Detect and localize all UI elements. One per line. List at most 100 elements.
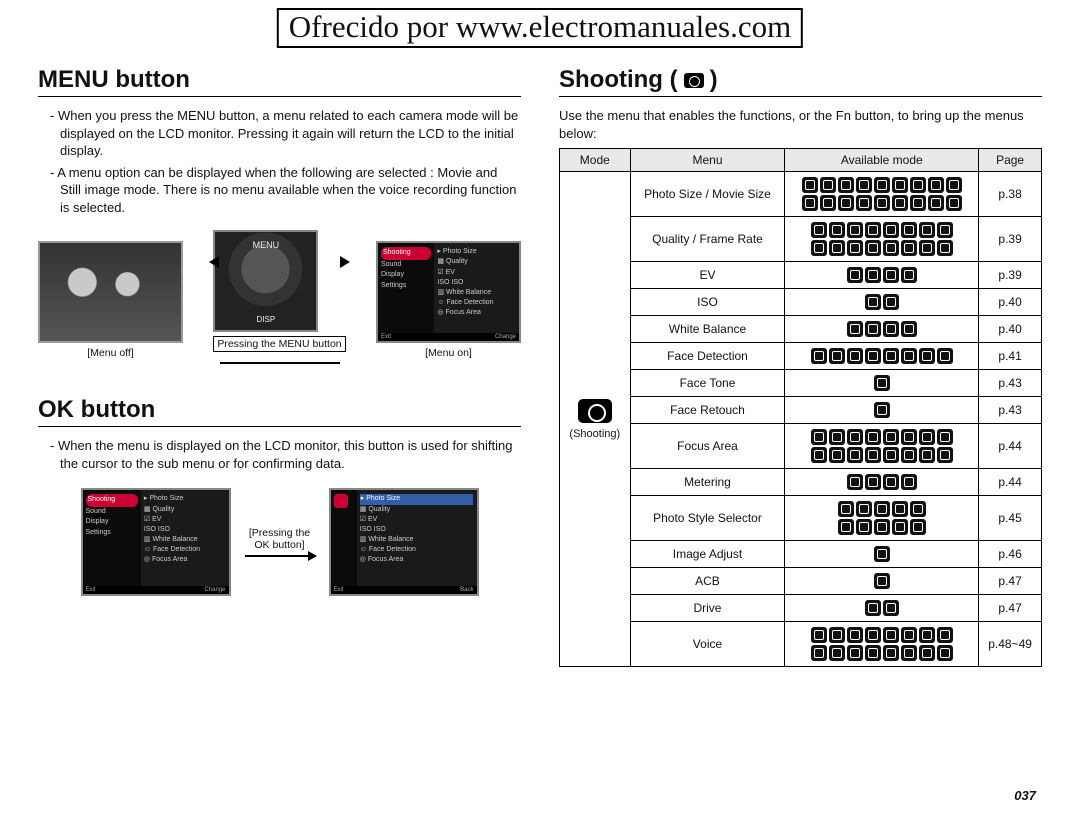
- mode-icon: [883, 645, 899, 661]
- mode-icon: [919, 429, 935, 445]
- menu-item: ▥ White Balance: [437, 288, 516, 298]
- menu-cell: Image Adjust: [630, 541, 785, 568]
- mode-icon: [847, 348, 863, 364]
- table-row: Voicep.48~49: [560, 622, 1042, 667]
- available-mode-icons: [785, 622, 979, 667]
- mode-icon: [811, 447, 827, 463]
- mode-icon: [847, 321, 863, 337]
- mode-icon: [865, 348, 881, 364]
- mode-icon: [937, 627, 953, 643]
- mode-icon: [811, 222, 827, 238]
- mode-icon: [883, 321, 899, 337]
- mode-icon: [883, 447, 899, 463]
- menu-cell: Focus Area: [630, 424, 785, 469]
- mode-icon: [865, 627, 881, 643]
- menu-figure-row: [Menu off] MENU DISP Pressing the MENU b…: [38, 230, 521, 370]
- ok-caption-l2: OK button]: [245, 539, 315, 551]
- mode-icon: [811, 240, 827, 256]
- camera-icon: [578, 399, 612, 423]
- mode-icon: [847, 645, 863, 661]
- mode-icon: [919, 447, 935, 463]
- table-row: Face Retouchp.43: [560, 397, 1042, 424]
- mode-icon: [838, 195, 854, 211]
- menu-side-shooting: Shooting: [86, 494, 138, 507]
- mode-icon: [919, 240, 935, 256]
- available-mode-icons: [785, 316, 979, 343]
- table-row: ISOp.40: [560, 289, 1042, 316]
- mode-icon: [865, 321, 881, 337]
- mode-icon: [901, 645, 917, 661]
- table-row: Focus Area p.44: [560, 424, 1042, 469]
- mode-icon: [865, 447, 881, 463]
- menu-side-shooting: Shooting: [381, 247, 431, 260]
- page-cell: p.43: [979, 397, 1042, 424]
- table-row: Face Tonep.43: [560, 370, 1042, 397]
- page-cell: p.44: [979, 424, 1042, 469]
- available-mode-icons: [785, 172, 979, 217]
- menu-button-heading: MENU button: [38, 66, 521, 97]
- mode-icon: [910, 501, 926, 517]
- mode-icon: [910, 519, 926, 535]
- menu-item: ☺ Face Detection: [437, 298, 516, 308]
- mode-icon: [838, 501, 854, 517]
- ok-caption-l1: [Pressing the: [245, 527, 315, 539]
- mode-icon: [865, 294, 881, 310]
- menu-item: ☑ EV: [437, 268, 516, 278]
- mode-icon: [874, 375, 890, 391]
- mode-icon: [892, 177, 908, 193]
- mode-icon: [883, 474, 899, 490]
- menu-cell: White Balance: [630, 316, 785, 343]
- ok-paragraph-1: - When the menu is displayed on the LCD …: [60, 437, 521, 472]
- page-cell: p.41: [979, 343, 1042, 370]
- mode-icon: [856, 519, 872, 535]
- lcd-menu-screen: Shooting Sound Display Settings ▸ Photo …: [376, 241, 521, 343]
- available-mode-icons: [785, 595, 979, 622]
- mode-icon: [937, 447, 953, 463]
- mode-icon: [883, 240, 899, 256]
- mode-icon: [928, 177, 944, 193]
- menu-cell: Photo Style Selector: [630, 496, 785, 541]
- mode-icon: [874, 519, 890, 535]
- menu-side-display: Display: [86, 517, 138, 528]
- th-mode: Mode: [560, 149, 631, 172]
- table-row: Image Adjustp.46: [560, 541, 1042, 568]
- mode-icon: [847, 627, 863, 643]
- mode-icon: [811, 348, 827, 364]
- available-mode-icons: [785, 262, 979, 289]
- mode-icon: [865, 600, 881, 616]
- right-column: Shooting ( ) Use the menu that enables t…: [559, 66, 1042, 667]
- lcd-menu-off: [Menu off]: [38, 241, 183, 359]
- mode-icon: [820, 195, 836, 211]
- menu-cell: Voice: [630, 622, 785, 667]
- mode-icon: [910, 195, 926, 211]
- th-menu: Menu: [630, 149, 785, 172]
- mode-icon: [820, 177, 836, 193]
- caption-menu-off: [Menu off]: [38, 347, 183, 359]
- table-row: Quality / Frame Ratep.39: [560, 217, 1042, 262]
- shooting-heading: Shooting ( ): [559, 66, 1042, 97]
- mode-icon: [919, 348, 935, 364]
- mode-icon: [883, 222, 899, 238]
- available-mode-icons: [785, 541, 979, 568]
- caption-menu-on: [Menu on]: [376, 347, 521, 359]
- page-number: 037: [1014, 788, 1036, 803]
- page-cell: p.40: [979, 316, 1042, 343]
- menu-cell: ISO: [630, 289, 785, 316]
- mode-icon: [919, 645, 935, 661]
- table-row: Photo Style Selectorp.45: [560, 496, 1042, 541]
- mode-icon: [847, 222, 863, 238]
- table-row: Face Detectionp.41: [560, 343, 1042, 370]
- mode-icon: [910, 177, 926, 193]
- shooting-intro: Use the menu that enables the functions,…: [559, 107, 1042, 142]
- mode-icon: [919, 222, 935, 238]
- mode-icon: [802, 177, 818, 193]
- shooting-modes-table: Mode Menu Available mode Page (Shooting)…: [559, 148, 1042, 667]
- table-row: EVp.39: [560, 262, 1042, 289]
- menu-cell: Quality / Frame Rate: [630, 217, 785, 262]
- table-row: Meteringp.44: [560, 469, 1042, 496]
- mode-icon: [856, 501, 872, 517]
- camera-dial-illustration: MENU DISP: [213, 230, 318, 332]
- available-mode-icons: [785, 568, 979, 595]
- mode-icon: [847, 429, 863, 445]
- mode-icon: [883, 267, 899, 283]
